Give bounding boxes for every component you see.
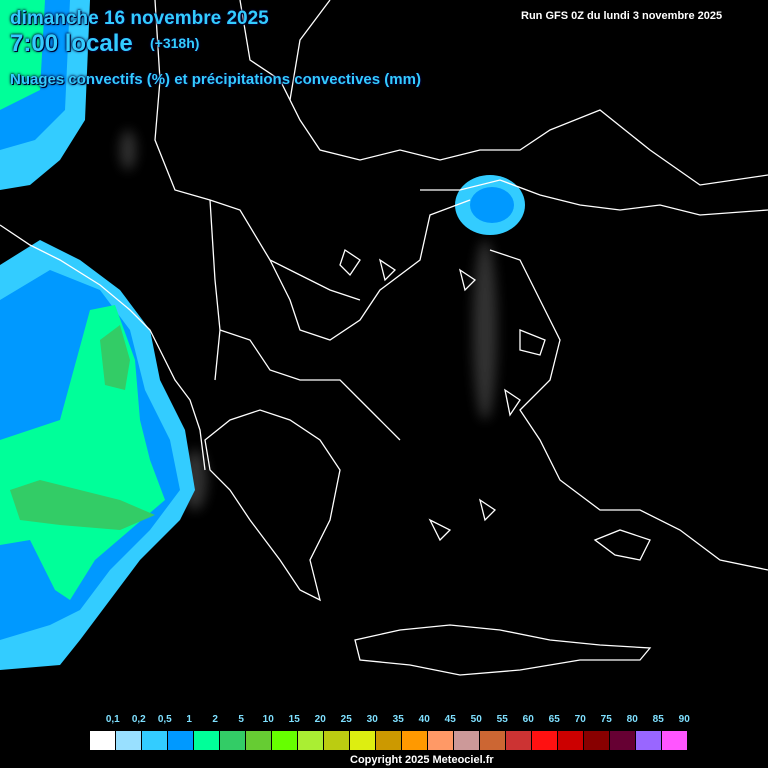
legend-swatch: [90, 731, 115, 750]
legend-label: 80: [626, 714, 638, 725]
legend-swatch: [480, 731, 505, 750]
model-run-label: Run GFS 0Z du lundi 3 novembre 2025: [521, 10, 723, 22]
legend-label: 0,5: [157, 714, 172, 725]
legend-label: 5: [238, 714, 244, 725]
legend-label: 0,1: [105, 714, 120, 725]
legend-swatch: [376, 731, 401, 750]
legend-label: 85: [652, 714, 664, 725]
legend-swatch: [142, 731, 167, 750]
legend-label: 75: [600, 714, 612, 725]
legend-swatch: [558, 731, 583, 750]
legend-label: 65: [548, 714, 560, 725]
legend-labels: 0,1 0,2 0,5 1 2 5 10 15 20 25 30 35 40 45 50 55 60 65 70 75…: [0, 714, 768, 728]
legend-swatch: [194, 731, 219, 750]
legend-label: 0,2: [131, 714, 146, 725]
copyright: Copyright 2025 Meteociel.fr: [350, 754, 494, 766]
forecast-date: dimanche 16 novembre 2025: [10, 8, 269, 29]
legend-swatch: [350, 731, 375, 750]
precipitation-north-east: [455, 175, 525, 235]
parameter-title: Nuages convectifs (%) et précipitations …: [10, 71, 421, 88]
legend-label: 45: [444, 714, 456, 725]
legend-label: 50: [470, 714, 482, 725]
legend-swatch: [584, 731, 609, 750]
legend-swatch: [272, 731, 297, 750]
legend-swatch: [610, 731, 635, 750]
weather-map: dimanche 16 novembre 2025 7:00 locale (+…: [0, 0, 768, 768]
legend-swatch: [298, 731, 323, 750]
legend-swatch: [168, 731, 193, 750]
legend-swatch: [636, 731, 661, 750]
legend-swatch: [506, 731, 531, 750]
legend-swatch: [454, 731, 479, 750]
precipitation-west: [0, 240, 195, 670]
legend-label: 2: [212, 714, 218, 725]
legend-label: 60: [522, 714, 534, 725]
legend-swatch: [532, 731, 557, 750]
legend-label: 35: [392, 714, 404, 725]
legend-label: 70: [574, 714, 586, 725]
legend-swatch: [246, 731, 271, 750]
forecast-lead-time: (+318h): [150, 35, 200, 51]
map-canvas: [0, 0, 768, 676]
legend-label: 1: [186, 714, 192, 725]
legend-label: 55: [496, 714, 508, 725]
legend-swatch: [324, 731, 349, 750]
legend-label: 90: [678, 714, 690, 725]
legend-swatch: [428, 731, 453, 750]
legend-color-scale: [90, 731, 688, 750]
legend-swatch: [662, 731, 687, 750]
legend-label: 30: [366, 714, 378, 725]
legend-swatch: [116, 731, 141, 750]
legend-label: 10: [262, 714, 274, 725]
legend-label: 20: [314, 714, 326, 725]
legend-label: 25: [340, 714, 352, 725]
forecast-time: 7:00 locale: [10, 30, 133, 57]
legend-label: 40: [418, 714, 430, 725]
legend-label: 15: [288, 714, 300, 725]
legend-swatch: [220, 731, 245, 750]
legend-swatch: [402, 731, 427, 750]
